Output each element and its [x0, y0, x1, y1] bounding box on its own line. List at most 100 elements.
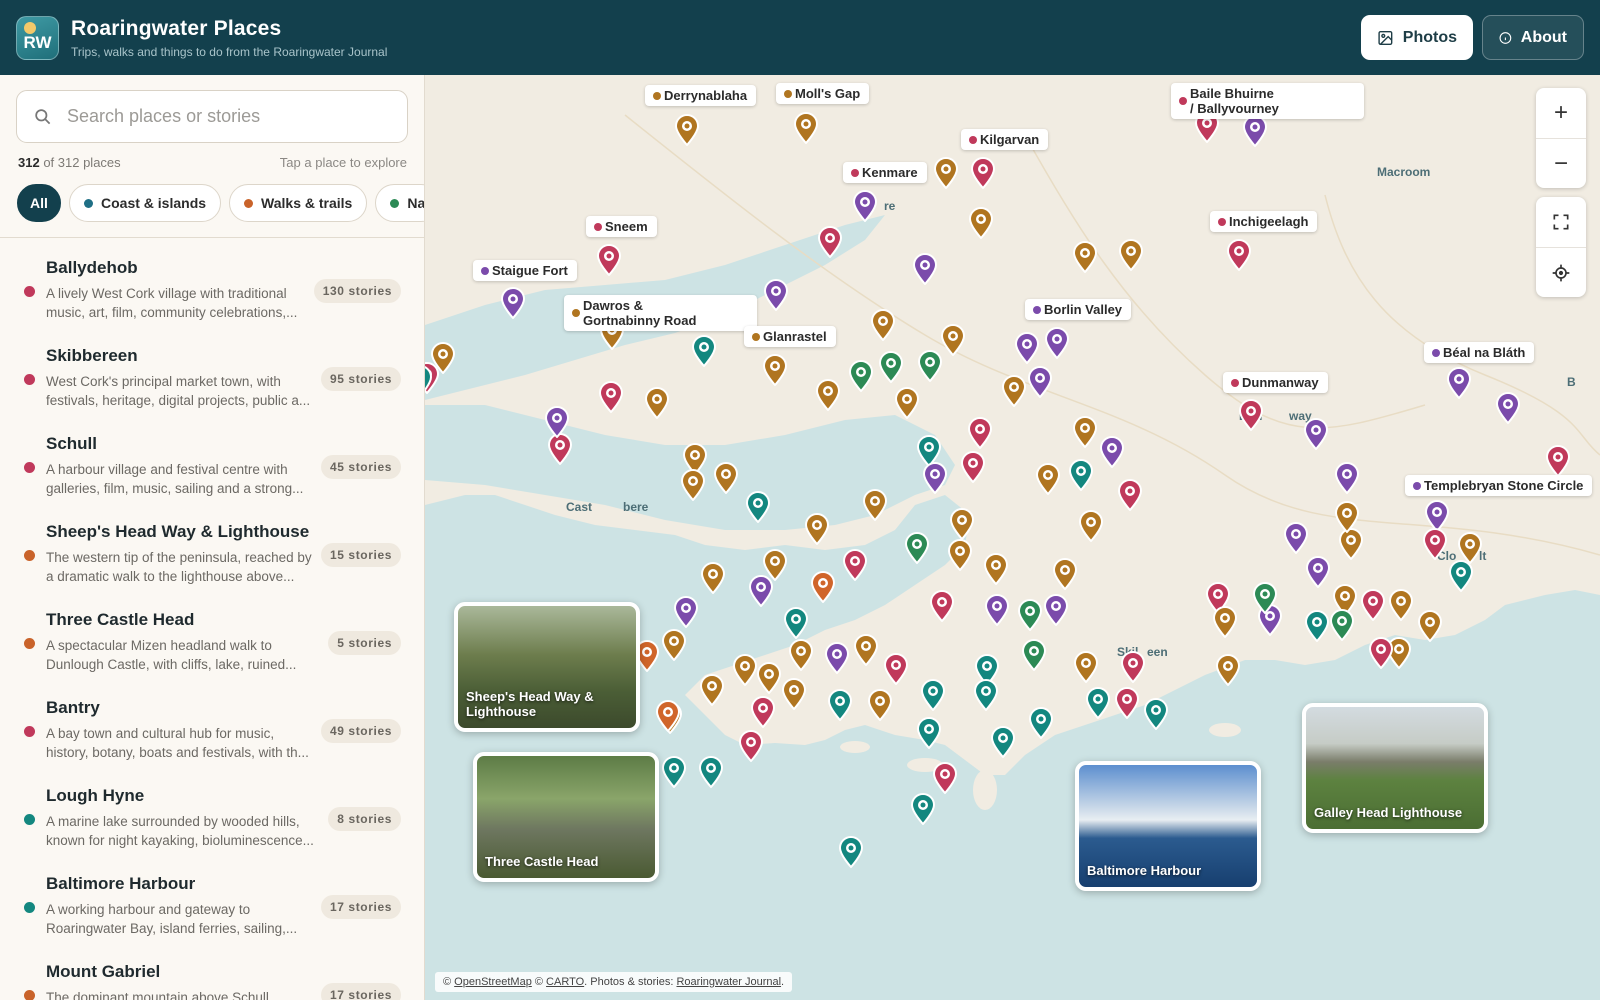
map-pin[interactable] [894, 387, 920, 420]
map-label-kilgarvan[interactable]: Kilgarvan [961, 129, 1049, 150]
map-pin[interactable] [674, 114, 700, 147]
place-list-item[interactable]: Baltimore Harbour A working harbour and g… [0, 854, 424, 942]
map-pin[interactable] [750, 696, 776, 729]
map-pin[interactable] [1072, 241, 1098, 274]
map-pin[interactable] [810, 571, 836, 604]
map-pin[interactable] [922, 462, 948, 495]
map-pin[interactable] [781, 678, 807, 711]
place-list-item[interactable]: Three Castle Head A spectacular Mizen hea… [0, 590, 424, 678]
map-label-inchigeelagh[interactable]: Inchigeelagh [1210, 211, 1318, 232]
map-pin[interactable] [1304, 610, 1330, 643]
map-pin[interactable] [867, 689, 893, 722]
map-pin[interactable] [1044, 327, 1070, 360]
map-pin[interactable] [817, 226, 843, 259]
search-box[interactable] [16, 90, 408, 143]
photos-button[interactable]: Photos [1361, 15, 1473, 60]
map-pin[interactable] [1120, 651, 1146, 684]
map-pin[interactable] [862, 489, 888, 522]
app-logo[interactable]: RW [16, 15, 59, 60]
place-list-item[interactable]: Skibbereen West Cork's principal market t… [0, 326, 424, 414]
map-pin[interactable] [425, 365, 433, 397]
map-pin[interactable] [1283, 522, 1309, 555]
map-pin[interactable] [920, 679, 946, 712]
map-pin[interactable] [756, 662, 782, 695]
map-pin[interactable] [788, 639, 814, 672]
map-pin[interactable] [1117, 479, 1143, 512]
map-pin[interactable] [1017, 599, 1043, 632]
map-pin[interactable] [500, 287, 526, 320]
photo-card-galley-head[interactable]: Galley Head Lighthouse [1302, 703, 1488, 833]
map-pin[interactable] [804, 513, 830, 546]
map-pin[interactable] [598, 381, 624, 414]
locate-button[interactable] [1536, 247, 1586, 297]
map-label-templebryan[interactable]: Templebryan Stone Circle [1405, 475, 1593, 496]
map-pin[interactable] [732, 654, 758, 687]
map-pin[interactable] [1495, 392, 1521, 425]
map-pin[interactable] [1072, 416, 1098, 449]
map-pin[interactable] [745, 491, 771, 524]
map-pin[interactable] [1143, 698, 1169, 731]
map-pin[interactable] [968, 207, 994, 240]
map-pin[interactable] [1238, 399, 1264, 432]
chip-coast-islands[interactable]: Coast & islands [69, 184, 222, 222]
map-pin[interactable] [970, 157, 996, 190]
map-pin[interactable] [1545, 445, 1571, 478]
map-label-borlin-valley[interactable]: Borlin Valley [1025, 299, 1132, 320]
map-pin[interactable] [1334, 501, 1360, 534]
map-pin[interactable] [1118, 239, 1144, 272]
map-pin[interactable] [1035, 463, 1061, 496]
map-pin[interactable] [1422, 528, 1448, 561]
map-label-sneem[interactable]: Sneem [586, 216, 657, 237]
map-pin[interactable] [940, 324, 966, 357]
map-pin[interactable] [933, 157, 959, 190]
chip-nature[interactable]: Na [375, 184, 424, 222]
map-pin[interactable] [691, 335, 717, 368]
map-pin[interactable] [1099, 436, 1125, 469]
map-pin[interactable] [748, 575, 774, 608]
map-pin[interactable] [1043, 594, 1069, 627]
map-pin[interactable] [949, 508, 975, 541]
photo-card-three-castle-head[interactable]: Three Castle Head [473, 752, 659, 882]
map-pin[interactable] [1303, 418, 1329, 451]
zoom-in-button[interactable]: + [1536, 88, 1586, 138]
map-pin[interactable] [1360, 589, 1386, 622]
map-pin[interactable] [960, 451, 986, 484]
photo-card-baltimore-harbour[interactable]: Baltimore Harbour [1075, 761, 1261, 891]
map-label-glanrastel[interactable]: Glanrastel [744, 326, 836, 347]
map-pin[interactable] [661, 756, 687, 789]
map-pin[interactable] [1448, 560, 1474, 593]
carto-link[interactable]: CARTO [546, 976, 584, 988]
map-pin[interactable] [793, 112, 819, 145]
map-pin[interactable] [1226, 239, 1252, 272]
about-button[interactable]: About [1482, 15, 1584, 60]
place-list-item[interactable]: Mount Gabriel The dominant mountain above… [0, 942, 424, 1000]
map-pin[interactable] [1014, 332, 1040, 365]
map-pin[interactable] [1368, 637, 1394, 670]
map-pin[interactable] [1329, 609, 1355, 642]
map-pin[interactable] [1212, 606, 1238, 639]
place-list-item[interactable]: Sheep's Head Way & Lighthouse The western… [0, 502, 424, 590]
map-pin[interactable] [1028, 707, 1054, 740]
map-pin[interactable] [916, 717, 942, 750]
map-pin[interactable] [912, 253, 938, 286]
map-pin[interactable] [673, 596, 699, 629]
place-list-item[interactable]: Lough Hyne A marine lake surrounded by wo… [0, 766, 424, 854]
place-list-item[interactable]: Bantry A bay town and cultural hub for mu… [0, 678, 424, 766]
map-pin[interactable] [917, 350, 943, 383]
chip-walks-trails[interactable]: Walks & trails [229, 184, 368, 222]
map-pin[interactable] [853, 634, 879, 667]
map-pin[interactable] [983, 553, 1009, 586]
map-pin[interactable] [698, 756, 724, 789]
roaringwater-journal-link[interactable]: Roaringwater Journal [676, 976, 781, 988]
map-pin[interactable] [910, 793, 936, 826]
map-pin[interactable] [1078, 510, 1104, 543]
search-input[interactable] [67, 106, 367, 127]
photo-card-sheeps-head[interactable]: Sheep's Head Way & Lighthouse [454, 602, 640, 732]
osm-link[interactable]: OpenStreetMap [454, 976, 532, 988]
map-label-molls-gap[interactable]: Moll's Gap [776, 83, 870, 104]
map-pin[interactable] [1252, 582, 1278, 615]
map-pin[interactable] [824, 642, 850, 675]
map-pin[interactable] [815, 379, 841, 412]
map-pin[interactable] [973, 679, 999, 712]
map-label-kenmare[interactable]: Kenmare [843, 162, 927, 183]
